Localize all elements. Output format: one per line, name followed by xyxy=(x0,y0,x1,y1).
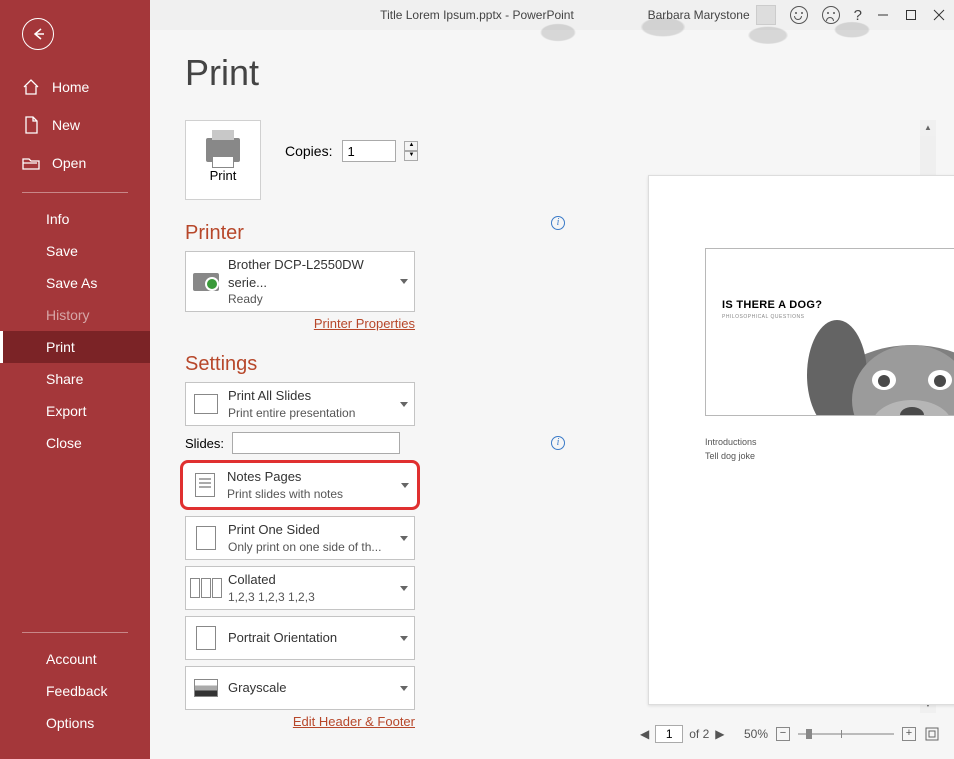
printer-status-icon xyxy=(193,273,219,291)
scroll-up-icon[interactable]: ▲ xyxy=(920,120,936,136)
sidebar-open[interactable]: Open xyxy=(0,144,150,182)
one-sided-icon xyxy=(196,526,216,550)
back-button[interactable] xyxy=(0,0,150,68)
grayscale-icon xyxy=(194,679,218,697)
printer-heading: Printer xyxy=(185,222,244,245)
sidebar-feedback[interactable]: Feedback xyxy=(0,675,150,707)
decorative-pattern xyxy=(474,5,894,60)
home-icon xyxy=(22,78,40,96)
chevron-down-icon xyxy=(400,536,408,541)
zoom-slider[interactable] xyxy=(798,733,894,735)
sidebar-history[interactable]: History xyxy=(0,299,150,331)
sidebar-info[interactable]: Info xyxy=(0,203,150,235)
zoom-out-button[interactable]: − xyxy=(776,727,790,741)
slides-label: Slides: xyxy=(185,436,224,451)
sidebar-home[interactable]: Home xyxy=(0,68,150,106)
color-dropdown[interactable]: Grayscale xyxy=(185,666,415,710)
maximize-button[interactable] xyxy=(904,8,918,22)
printer-dropdown[interactable]: Brother DCP-L2550DW serie...Ready xyxy=(185,251,415,312)
sidebar-divider-bottom xyxy=(22,632,128,633)
current-page-input[interactable] xyxy=(655,725,683,743)
dog-image xyxy=(782,285,954,416)
preview-notes: Introductions Tell dog joke xyxy=(705,436,757,463)
chevron-down-icon xyxy=(400,636,408,641)
prev-page-button[interactable]: ◀ xyxy=(640,727,649,741)
sidebar-print[interactable]: Print xyxy=(0,331,150,363)
preview-slide: IS THERE A DOG? PHILOSOPHICAL QUESTIONS xyxy=(705,248,954,416)
notes-page-icon xyxy=(195,473,215,497)
new-icon xyxy=(22,116,40,134)
printer-properties-link[interactable]: Printer Properties xyxy=(185,316,415,331)
close-button[interactable] xyxy=(932,8,946,22)
chevron-down-icon xyxy=(401,483,409,488)
sidebar-saveas[interactable]: Save As xyxy=(0,267,150,299)
print-preview-area: ▲ ▼ IS THERE A DOG? PHILOSOPHICAL QUESTI… xyxy=(640,120,936,713)
printer-icon xyxy=(206,138,240,162)
orientation-dropdown[interactable]: Portrait Orientation xyxy=(185,616,415,660)
chevron-down-icon xyxy=(400,686,408,691)
print-range-dropdown[interactable]: Print All SlidesPrint entire presentatio… xyxy=(185,382,415,426)
edit-header-footer-link[interactable]: Edit Header & Footer xyxy=(185,714,415,729)
slides-input[interactable] xyxy=(232,432,400,454)
sidebar-save[interactable]: Save xyxy=(0,235,150,267)
page-count-label: of 2 xyxy=(689,727,709,741)
sidebar-divider xyxy=(22,192,128,193)
copies-input[interactable] xyxy=(342,140,396,162)
chevron-down-icon xyxy=(400,279,408,284)
zoom-level-label: 50% xyxy=(744,727,768,741)
fit-to-window-button[interactable] xyxy=(924,726,940,742)
copies-label: Copies: xyxy=(285,143,332,159)
preview-page: IS THERE A DOG? PHILOSOPHICAL QUESTIONS xyxy=(648,175,954,705)
portrait-icon xyxy=(196,626,216,650)
open-icon xyxy=(22,154,40,172)
printer-info-icon[interactable]: i xyxy=(551,216,565,230)
sides-dropdown[interactable]: Print One SidedOnly print on one side of… xyxy=(185,516,415,560)
slides-icon xyxy=(194,394,218,414)
collate-icon xyxy=(190,578,222,598)
main-panel: Print Print Copies: ▲▼ Printer i Brother… xyxy=(150,30,954,759)
backstage-sidebar: Home New Open Info Save Save As History … xyxy=(0,0,150,759)
chevron-down-icon xyxy=(400,586,408,591)
slides-info-icon[interactable]: i xyxy=(551,436,565,450)
chevron-down-icon xyxy=(400,402,408,407)
sidebar-options[interactable]: Options xyxy=(0,707,150,739)
settings-heading: Settings xyxy=(185,353,565,376)
sidebar-export[interactable]: Export xyxy=(0,395,150,427)
sidebar-account[interactable]: Account xyxy=(0,643,150,675)
preview-status-bar: ◀ of 2 ▶ 50% − + xyxy=(640,721,940,747)
next-page-button[interactable]: ▶ xyxy=(715,727,724,741)
print-button[interactable]: Print xyxy=(185,120,261,200)
copies-spinner[interactable]: ▲▼ xyxy=(404,141,418,161)
sidebar-share[interactable]: Share xyxy=(0,363,150,395)
collate-dropdown[interactable]: Collated1,2,3 1,2,3 1,2,3 xyxy=(185,566,415,610)
sidebar-close[interactable]: Close xyxy=(0,427,150,459)
zoom-in-button[interactable]: + xyxy=(902,727,916,741)
sidebar-new[interactable]: New xyxy=(0,106,150,144)
layout-dropdown[interactable]: Notes PagesPrint slides with notes xyxy=(180,460,420,510)
